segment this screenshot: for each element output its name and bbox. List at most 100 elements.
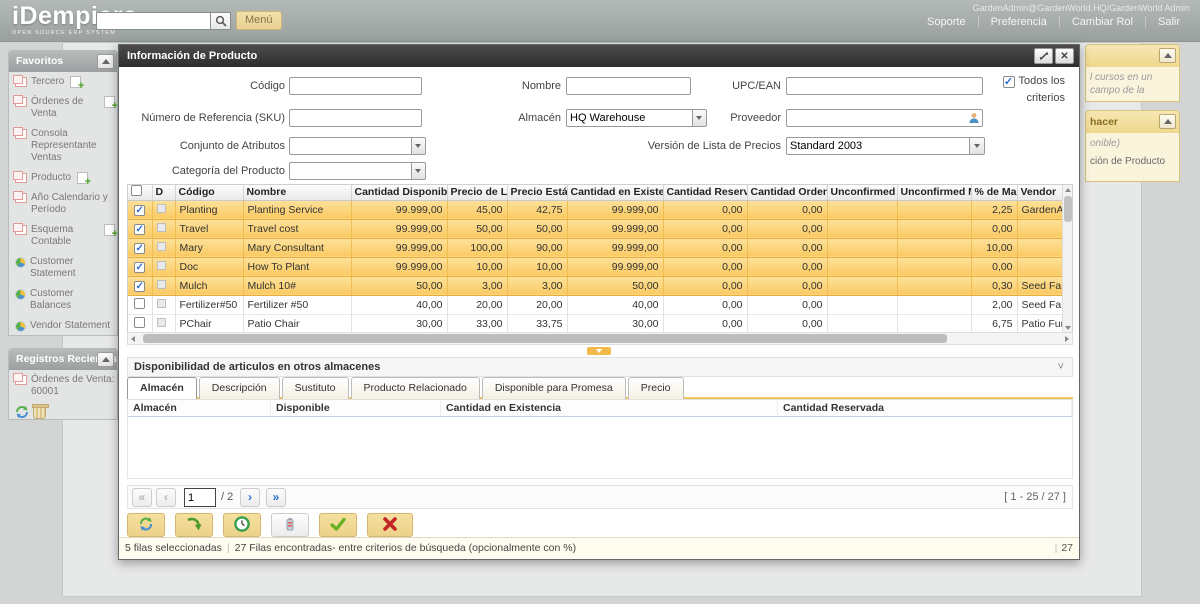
row-checkbox[interactable]	[134, 317, 145, 328]
d-checkbox[interactable]	[157, 318, 166, 327]
column-header-p_lista[interactable]: Precio de Lista	[447, 185, 507, 200]
chevron-down-icon[interactable]: ˅	[1058, 358, 1064, 377]
sidebar-item-consola-representante-ventas[interactable]: Consola Representante Ventas	[9, 124, 117, 168]
search-input[interactable]	[96, 12, 211, 30]
column-header-codigo[interactable]: Código	[175, 185, 243, 200]
new-record-icon[interactable]	[77, 172, 88, 184]
d-checkbox[interactable]	[157, 204, 166, 213]
select-all-checkbox[interactable]	[131, 185, 142, 196]
new-record-icon[interactable]	[104, 96, 115, 108]
scrollbar-thumb[interactable]	[1064, 196, 1072, 222]
tab-sustituto[interactable]: Sustituto	[282, 377, 349, 399]
confirm-button[interactable]	[319, 513, 357, 537]
scroll-right-icon[interactable]	[1065, 336, 1069, 342]
d-checkbox[interactable]	[157, 242, 166, 251]
table-row[interactable]: DocHow To Plant99.999,0010,0010,0099.999…	[128, 257, 1073, 276]
atributos-input[interactable]	[289, 137, 412, 155]
version-input[interactable]	[786, 137, 970, 155]
sku-input[interactable]	[289, 109, 422, 127]
table-row[interactable]: PlantingPlanting Service99.999,0045,0042…	[128, 200, 1073, 219]
availability-column-disponible[interactable]: Disponible	[271, 400, 441, 416]
version-dropdown-button[interactable]	[970, 137, 985, 155]
tab-producto-relacionado[interactable]: Producto Relacionado	[351, 377, 480, 399]
tab-almac-n[interactable]: Almacén	[127, 377, 197, 399]
archive-button[interactable]	[271, 513, 309, 537]
sidebar-item-producto[interactable]: Producto	[9, 168, 117, 188]
table-row[interactable]: MulchMulch 10#50,003,003,0050,000,000,00…	[128, 276, 1073, 295]
column-header-cant_disp[interactable]: Cantidad Disponible	[351, 185, 447, 200]
top-link-soporte[interactable]: Soporte	[915, 16, 978, 28]
d-checkbox[interactable]	[157, 261, 166, 270]
availability-column-cantidad-reservada[interactable]: Cantidad Reservada	[778, 400, 1072, 416]
recent-collapse-button[interactable]	[97, 352, 114, 367]
d-checkbox[interactable]	[157, 223, 166, 232]
availability-column-almac-n[interactable]: Almacén	[128, 400, 271, 416]
row-checkbox[interactable]	[134, 298, 145, 309]
tab-descripci-n[interactable]: Descripción	[199, 377, 280, 399]
row-checkbox[interactable]	[134, 281, 145, 292]
horizontal-scrollbar[interactable]	[127, 332, 1073, 345]
d-checkbox[interactable]	[157, 280, 166, 289]
close-button[interactable]: ✕	[1055, 48, 1074, 64]
zoom-button[interactable]	[175, 513, 213, 537]
new-record-icon[interactable]	[70, 76, 81, 88]
column-header-sel[interactable]	[128, 185, 152, 200]
availability-column-cantidad-en-existencia[interactable]: Cantidad en Existencia	[441, 400, 778, 416]
prev-page-button[interactable]: ‹	[156, 488, 176, 507]
cancel-button[interactable]	[367, 513, 413, 537]
sidebar-item-vendor-statement[interactable]: Vendor Statement	[9, 316, 117, 336]
maximize-button[interactable]	[1034, 48, 1053, 64]
search-button[interactable]	[211, 12, 231, 30]
vertical-scrollbar[interactable]	[1062, 185, 1072, 333]
sidebar-item-customer-balances[interactable]: Customer Balances	[9, 284, 117, 316]
menu-button[interactable]: Menú	[236, 11, 282, 30]
sidebar-item-tercero[interactable]: Tercero	[9, 72, 117, 92]
column-header-unconf_move[interactable]: Unconfirmed Move	[897, 185, 971, 200]
first-page-button[interactable]: «	[132, 488, 152, 507]
sidebar-item--rdenes-de-venta[interactable]: Órdenes de Venta	[9, 92, 117, 124]
tab-disponible-para-promesa[interactable]: Disponible para Promesa	[482, 377, 626, 399]
column-header-cant_ord[interactable]: Cantidad Ordenada	[747, 185, 827, 200]
row-checkbox[interactable]	[134, 224, 145, 235]
favorites-collapse-button[interactable]	[97, 54, 114, 69]
business-partner-icon[interactable]	[968, 112, 980, 124]
d-checkbox[interactable]	[157, 299, 166, 308]
column-header-unconf_qty[interactable]: Unconfirmed Qty	[827, 185, 897, 200]
help-collapse-button[interactable]	[1159, 48, 1176, 63]
new-record-icon[interactable]	[104, 224, 115, 236]
all-criteria-checkbox[interactable]	[1003, 76, 1015, 88]
page-number-input[interactable]	[184, 488, 216, 507]
proveedor-input[interactable]	[786, 109, 983, 127]
column-header-d[interactable]: D	[152, 185, 175, 200]
scroll-left-icon[interactable]	[131, 336, 135, 342]
last-page-button[interactable]: »	[266, 488, 286, 507]
scroll-up-icon[interactable]	[1065, 188, 1071, 192]
nombre-input[interactable]	[566, 77, 691, 95]
refresh-icon[interactable]	[15, 405, 29, 419]
top-link-preferencia[interactable]: Preferencia	[978, 16, 1059, 28]
top-link-salir[interactable]: Salir	[1145, 16, 1192, 28]
tab-precio[interactable]: Precio	[628, 377, 684, 399]
column-header-nombre[interactable]: Nombre	[243, 185, 351, 200]
top-link-cambiar-rol[interactable]: Cambiar Rol	[1059, 16, 1145, 28]
row-checkbox[interactable]	[134, 262, 145, 273]
scroll-down-icon[interactable]	[1065, 326, 1071, 330]
categoria-dropdown-button[interactable]	[412, 162, 426, 180]
trash-icon[interactable]	[33, 406, 46, 419]
column-header-cant_res[interactable]: Cantidad Reservada	[663, 185, 747, 200]
next-page-button[interactable]: ›	[240, 488, 260, 507]
row-checkbox[interactable]	[134, 205, 145, 216]
column-header-margen[interactable]: % de Margen	[971, 185, 1017, 200]
column-header-p_std[interactable]: Precio Estándar	[507, 185, 567, 200]
table-row[interactable]: TravelTravel cost99.999,0050,0050,0099.9…	[128, 219, 1073, 238]
atributos-dropdown-button[interactable]	[412, 137, 426, 155]
history-button[interactable]	[223, 513, 261, 537]
splitter-handle[interactable]	[587, 347, 611, 355]
sidebar-item-esquema-contable[interactable]: Esquema Contable	[9, 220, 117, 252]
upc-input[interactable]	[786, 77, 983, 95]
sidebar-item-a-o-calendario-y-per-odo[interactable]: Año Calendario y Período	[9, 188, 117, 220]
sidebar-item-customer-statement[interactable]: Customer Statement	[9, 252, 117, 284]
column-header-cant_exist[interactable]: Cantidad en Existencia	[567, 185, 663, 200]
todo-collapse-button[interactable]	[1159, 114, 1176, 129]
recent-record-item[interactable]: Órdenes de Venta: 60001	[9, 370, 117, 402]
